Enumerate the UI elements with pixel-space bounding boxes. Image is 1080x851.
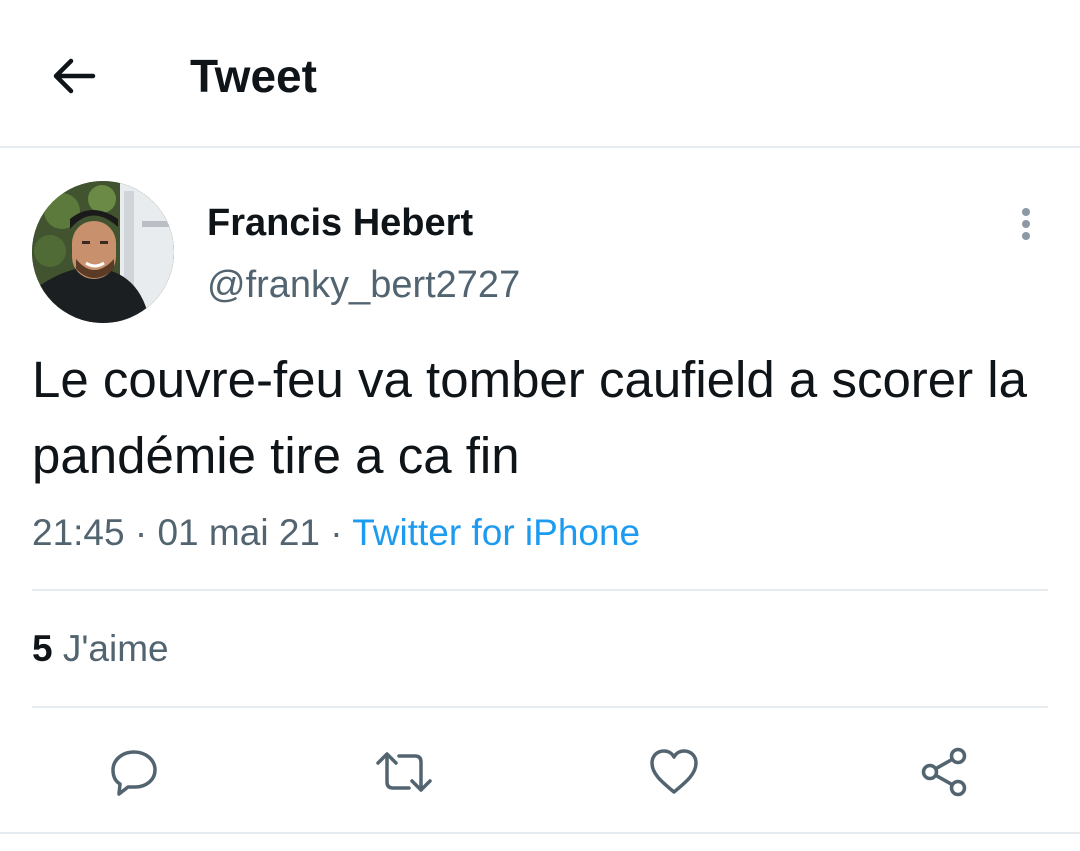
back-button[interactable] <box>44 46 104 106</box>
reply-button[interactable] <box>102 740 166 804</box>
retweet-icon <box>375 746 433 798</box>
meta-separator: · <box>134 512 148 553</box>
retweet-button[interactable] <box>372 740 436 804</box>
top-bar: Tweet <box>0 0 1080 148</box>
arrow-left-icon <box>51 56 97 96</box>
tweet-source-link[interactable]: Twitter for iPhone <box>352 512 640 553</box>
reply-icon <box>108 746 160 798</box>
author-handle[interactable]: @franky_bert2727 <box>207 262 520 308</box>
likes-label: J'aime <box>62 628 169 669</box>
tweet-date[interactable]: 01 mai 21 <box>157 512 320 553</box>
divider <box>32 589 1048 591</box>
share-button[interactable] <box>912 740 976 804</box>
avatar[interactable] <box>32 181 174 323</box>
meta-separator: · <box>330 512 343 553</box>
like-button[interactable] <box>642 740 706 804</box>
divider <box>32 706 1048 708</box>
likes-stat[interactable]: 5 J'aime <box>32 626 169 672</box>
likes-count: 5 <box>32 628 53 669</box>
more-vertical-icon <box>1019 206 1033 242</box>
tweet-meta: 21:45 · 01 mai 21 · Twitter for iPhone <box>32 510 640 556</box>
page-title: Tweet <box>190 50 317 102</box>
tweet-text: Le couvre-feu va tomber caufield a score… <box>32 351 1027 484</box>
divider <box>0 832 1080 834</box>
tweet-time[interactable]: 21:45 <box>32 512 125 553</box>
share-icon <box>918 746 970 798</box>
heart-icon <box>648 748 700 796</box>
author-name[interactable]: Francis Hebert <box>207 200 473 246</box>
more-options-button[interactable] <box>1006 200 1046 248</box>
